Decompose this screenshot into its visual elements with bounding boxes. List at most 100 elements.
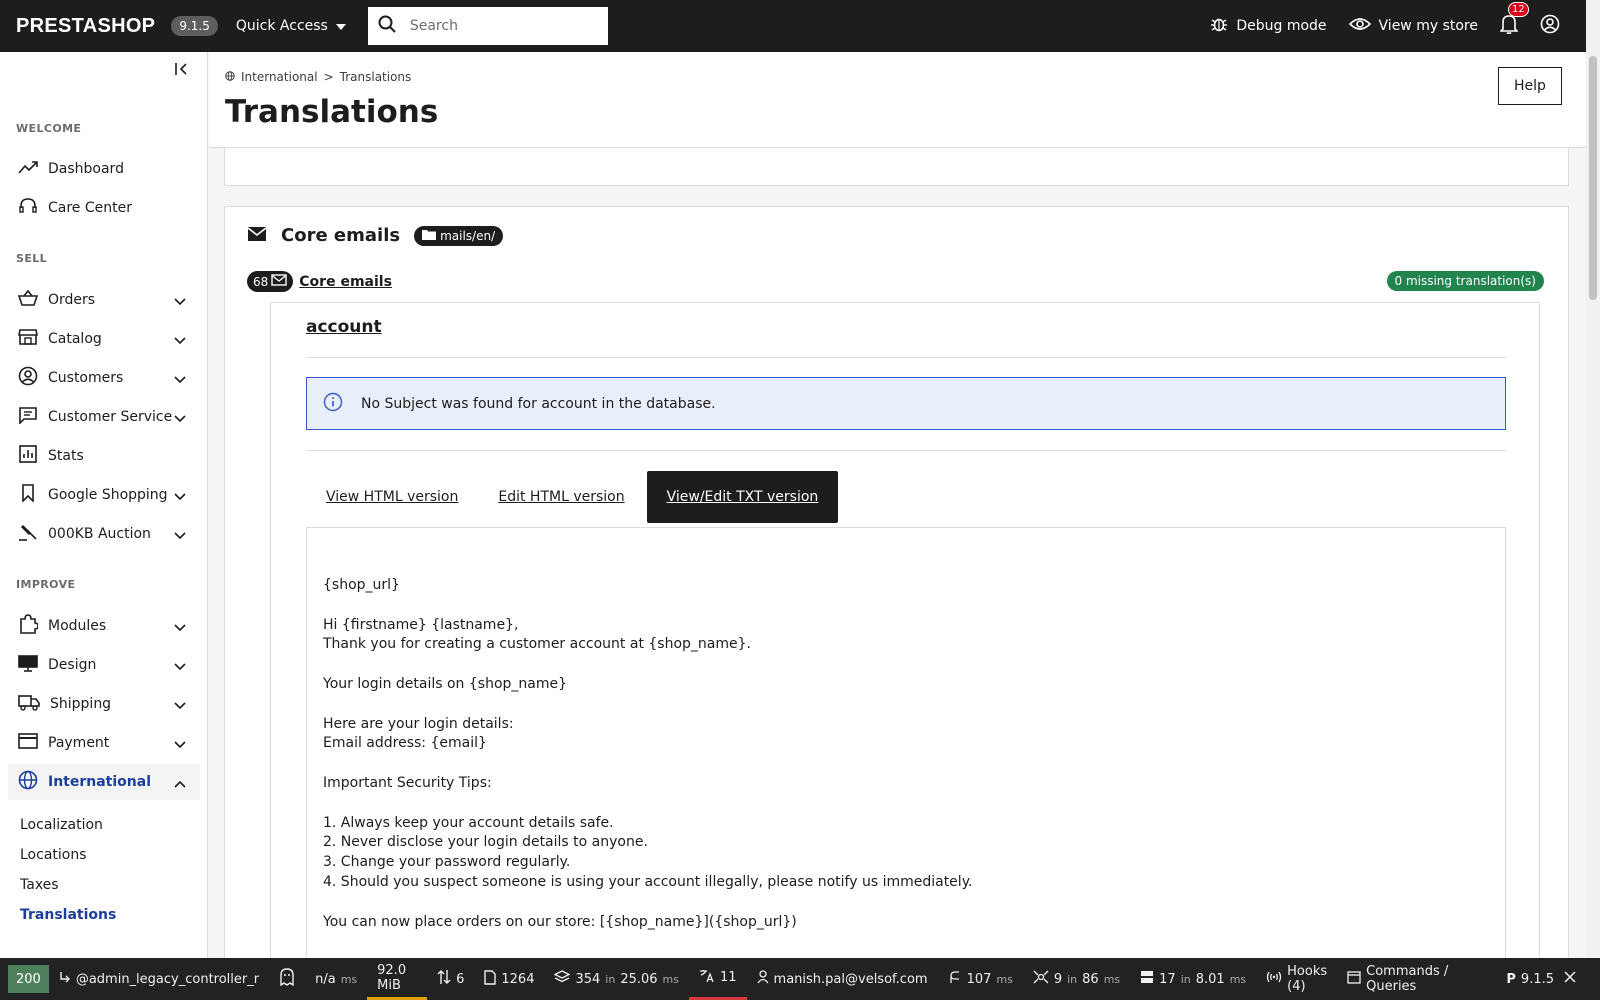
sidebar-item-google-shopping[interactable]: Google Shopping (8, 477, 200, 513)
debug-version[interactable]: P 9.1.5 (1496, 958, 1564, 1000)
debug-requests-value: 6 (456, 971, 465, 987)
sidebar-subitem-localization[interactable]: Localization (20, 817, 103, 833)
quick-access-menu[interactable]: Quick Access (236, 18, 346, 34)
eye-icon (1348, 17, 1371, 35)
notifications-count-badge: 12 (1508, 2, 1529, 17)
route-arrow-icon (59, 971, 71, 987)
arrows-up-down-icon (437, 969, 451, 989)
account-email-title[interactable]: account (306, 317, 382, 337)
close-icon[interactable] (1564, 971, 1576, 987)
envelope-icon (247, 226, 267, 246)
sidebar-item-customers[interactable]: Customers (8, 360, 200, 396)
calendar-icon (1347, 970, 1361, 988)
tab-edit-txt[interactable]: View/Edit TXT version (646, 471, 839, 523)
breadcrumb-international[interactable]: International (241, 70, 318, 84)
debug-mode-link[interactable]: Debug mode (1210, 15, 1327, 37)
credit-card-icon (18, 733, 38, 753)
notifications-button[interactable]: 12 (1499, 2, 1529, 38)
layers-icon (554, 970, 571, 988)
user-circle-icon (1540, 14, 1560, 38)
debug-cache-time: 8.01 (1195, 971, 1225, 987)
status-code-badge[interactable]: 200 (8, 965, 49, 993)
folder-path-badge: mails/en/ (414, 225, 504, 246)
debug-commands[interactable]: Commands / Queries (1337, 958, 1466, 1000)
sidebar-item-label: Payment (48, 735, 110, 751)
debug-ghost[interactable] (269, 958, 305, 1000)
search-input[interactable] (409, 18, 590, 34)
tab-view-html[interactable]: View HTML version (306, 471, 478, 523)
help-button[interactable]: Help (1498, 67, 1562, 105)
sidebar-item-label: International (48, 774, 152, 790)
debug-requests[interactable]: 6 (427, 958, 474, 1000)
page-header: International > Translations Translation… (209, 52, 1586, 148)
basket-icon (17, 289, 39, 311)
sidebar-item-catalog[interactable]: Catalog (8, 321, 200, 357)
store-icon (18, 328, 38, 350)
debug-cache-in: in (1180, 972, 1191, 986)
chevron-down-icon (174, 333, 186, 349)
sidebar-item-payment[interactable]: Payment (8, 725, 200, 761)
sidebar-subitem-taxes[interactable]: Taxes (20, 877, 59, 893)
sidebar-item-international[interactable]: International (8, 764, 200, 800)
chevron-down-icon (174, 620, 186, 636)
debug-user[interactable]: manish.pal@velsof.com (747, 958, 938, 1000)
info-alert: No Subject was found for account in the … (306, 377, 1506, 430)
section-improve: IMPROVE (16, 578, 76, 591)
debug-memory[interactable]: 92.0 MiB (367, 958, 428, 1000)
monitor-icon (18, 654, 38, 676)
debug-cache[interactable]: 17 in 8.01 ms (1130, 958, 1256, 1000)
sidebar-item-customer-service[interactable]: Customer Service (8, 399, 200, 435)
missing-translations-badge: 0 missing translation(s) (1386, 271, 1544, 291)
sidebar-item-label: Shipping (50, 696, 112, 712)
sidebar-item-orders[interactable]: Orders (8, 282, 200, 318)
txt-version-editor[interactable]: {shop_url} Hi {firstname} {lastname}, Th… (306, 527, 1506, 987)
gavel-icon (18, 523, 38, 545)
account-button[interactable] (1540, 14, 1560, 38)
globe-icon (225, 70, 235, 84)
sidebar-item-label: Customer Service (48, 409, 173, 425)
sidebar-subitem-locations[interactable]: Locations (20, 847, 87, 863)
collapse-sidebar-icon[interactable] (175, 62, 189, 80)
sidebar-item-shipping[interactable]: Shipping (8, 686, 200, 722)
bell-icon (1499, 14, 1519, 38)
version-badge: 9.1.5 (171, 16, 218, 36)
sidebar: WELCOME Dashboard Care Center SELL Order… (0, 52, 208, 958)
sidebar-subitem-translations[interactable]: Translations (20, 907, 116, 923)
debug-hooks[interactable]: Hooks (4) (1256, 958, 1337, 1000)
page-scrollbar[interactable] (1586, 0, 1600, 958)
debug-translations[interactable]: 11 (689, 958, 747, 1000)
debug-route[interactable]: @admin_legacy_controller_r (49, 958, 269, 1000)
debug-events[interactable]: 9 in 86 ms (1023, 958, 1130, 1000)
sidebar-item-dashboard[interactable]: Dashboard (8, 151, 200, 187)
divider (306, 450, 1506, 451)
debug-db[interactable]: 354 in 25.06 ms (544, 958, 689, 1000)
sidebar-item-modules[interactable]: Modules (8, 608, 200, 644)
prestashop-logo[interactable]: PRESTASHOP (16, 15, 155, 38)
debug-files[interactable]: 1264 (474, 958, 544, 1000)
puzzle-icon (18, 614, 39, 638)
tab-edit-html[interactable]: Edit HTML version (478, 471, 644, 523)
sidebar-item-label: Care Center (48, 200, 132, 216)
view-store-link[interactable]: View my store (1348, 17, 1478, 35)
debug-events-unit: ms (1103, 972, 1121, 986)
core-emails-link[interactable]: Core emails (299, 274, 392, 290)
caret-down-icon (335, 18, 346, 34)
debug-ajax[interactable]: 107 ms (938, 958, 1023, 1000)
breadcrumb-translations: Translations (339, 70, 412, 84)
globe-icon (18, 770, 38, 794)
sidebar-item-design[interactable]: Design (8, 647, 200, 683)
breadcrumb-separator: > (323, 70, 334, 84)
sidebar-item-auction[interactable]: 000KB Auction (8, 516, 200, 552)
debug-time[interactable]: n/a ms (305, 958, 367, 1000)
top-bar: PRESTASHOP 9.1.5 Quick Access Debug mode… (0, 0, 1586, 52)
debug-route-name: @admin_legacy_controller_r (75, 971, 260, 987)
debug-time-unit: ms (340, 972, 358, 986)
debug-db-count: 354 (575, 971, 601, 987)
debug-commands-label: Commands / Queries (1366, 964, 1449, 994)
scrollbar-thumb[interactable] (1589, 56, 1597, 300)
sidebar-item-stats[interactable]: Stats (8, 438, 200, 474)
branch-icon (948, 970, 962, 988)
bookmark-icon (18, 484, 38, 506)
person-icon (757, 970, 769, 988)
sidebar-item-care-center[interactable]: Care Center (8, 190, 200, 226)
